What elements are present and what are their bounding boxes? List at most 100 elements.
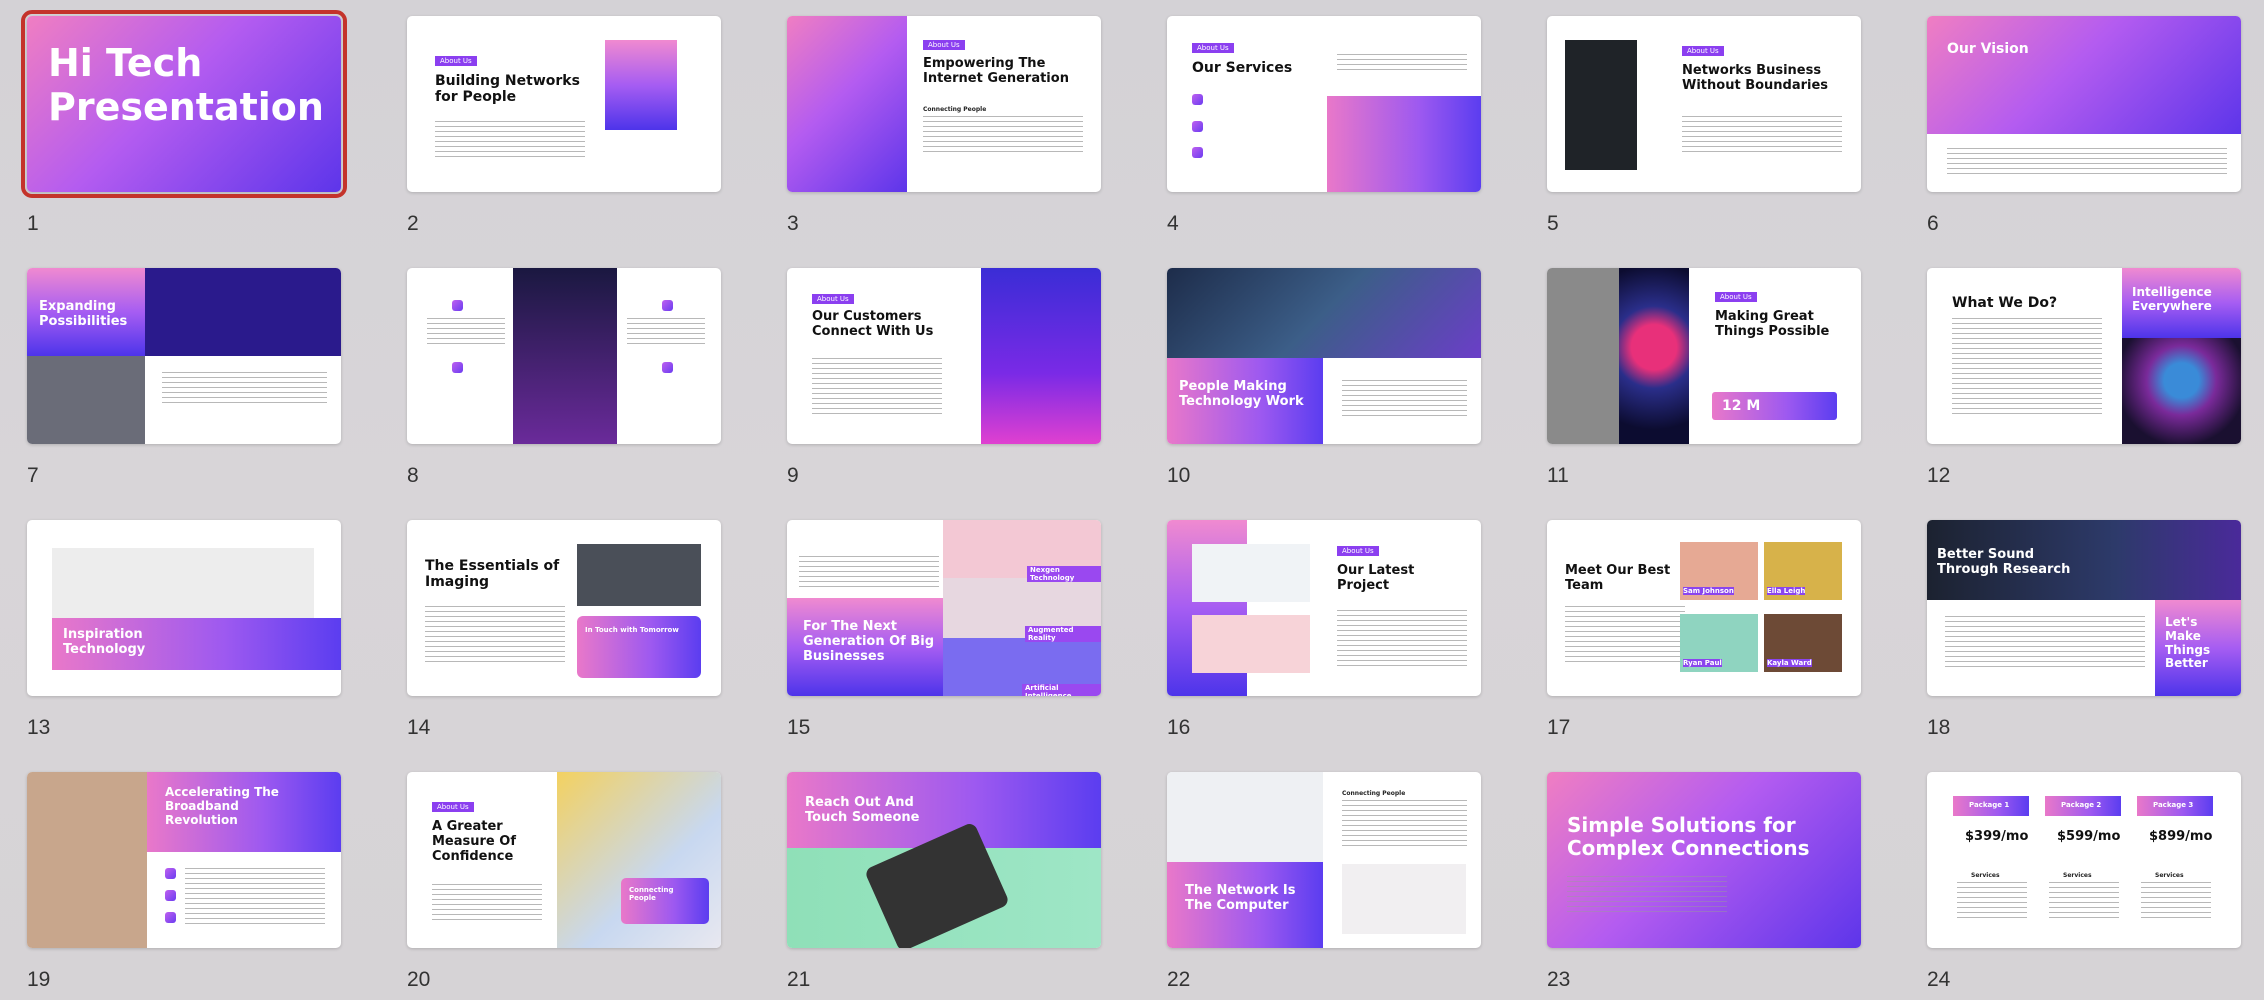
body-text [1342, 380, 1467, 418]
slide-thumbnail-4[interactable]: About Us Our Services [1167, 16, 1481, 192]
slide-number: 17 [1547, 716, 1571, 739]
feature-label: Nexgen Technology [1027, 566, 1101, 582]
slide-thumbnail-18[interactable]: Better Sound Through Research Let's Make… [1927, 520, 2241, 696]
slide-thumbnail-3[interactable]: About Us Empowering The Internet Generat… [787, 16, 1101, 192]
slide-title: Our Latest Project [1337, 563, 1415, 593]
slide-thumbnail-11[interactable]: About Us Making Great Things Possible 12… [1547, 268, 1861, 444]
slide-thumbnail-24[interactable]: Package 1 Package 2 Package 3 $399/mo $5… [1927, 772, 2241, 948]
slide-thumbnail-2[interactable]: About Us Building Networks for People [407, 16, 721, 192]
slide-number: 16 [1167, 716, 1191, 739]
slide-number: 6 [1927, 212, 1939, 235]
gradient-image [1927, 16, 2241, 134]
neon-image [981, 268, 1101, 444]
team-photo [27, 772, 147, 948]
slide-thumbnail-10[interactable]: People Making Technology Work [1167, 268, 1481, 444]
slide-thumbnail-23[interactable]: Simple Solutions for Complex Connections [1547, 772, 1861, 948]
feature-icon [165, 912, 176, 923]
body-text [2141, 882, 2211, 922]
cards-image [1342, 864, 1466, 934]
slide-title: What We Do? [1952, 295, 2058, 311]
slide-thumbnail-14[interactable]: The Essentials of Imaging In Touch with … [407, 520, 721, 696]
feature-icon [662, 300, 673, 311]
slide-number: 20 [407, 968, 431, 991]
side-title: Intelligence Everywhere [2132, 285, 2212, 313]
slide-thumbnail-7[interactable]: Expanding Possibilities [27, 268, 341, 444]
slide-thumbnail-13[interactable]: Inspiration Technology [27, 520, 341, 696]
slide-thumbnail-5[interactable]: About Us Networks Business Without Bound… [1547, 16, 1861, 192]
slide-number: 24 [1927, 968, 1951, 991]
slide-title: People Making Technology Work [1179, 379, 1304, 409]
slide-number: 13 [27, 716, 51, 739]
slide-title: A Greater Measure Of Confidence [432, 819, 516, 864]
package-name: Package 1 [1969, 801, 2010, 809]
service-icon [1192, 121, 1203, 132]
slide-number: 1 [27, 212, 39, 235]
tree-image [2122, 338, 2241, 444]
slide-thumbnail-9[interactable]: About Us Our Customers Connect With Us [787, 268, 1101, 444]
package-name: Package 2 [2061, 801, 2102, 809]
slide-number: 18 [1927, 716, 1951, 739]
slide-thumbnail-16[interactable]: About Us Our Latest Project [1167, 520, 1481, 696]
phones-image [1167, 772, 1323, 862]
body-text [2049, 882, 2119, 922]
gradient-image [605, 40, 677, 130]
feature-icon [165, 890, 176, 901]
slide-title: Accelerating The Broadband Revolution [165, 785, 279, 827]
subheading: Connecting People [923, 106, 987, 113]
slide-title: Simple Solutions for Complex Connections [1567, 813, 1810, 860]
robot-image [27, 356, 145, 444]
slide-thumbnail-8[interactable] [407, 268, 721, 444]
slide-number: 14 [407, 716, 431, 739]
slide-number: 9 [787, 464, 799, 487]
feature-icon [452, 362, 463, 373]
slide-title: Our Services [1192, 60, 1293, 76]
slide-number: 10 [1167, 464, 1191, 487]
slide-title: For The Next Generation Of Big Businesse… [803, 619, 935, 664]
subheading: Connecting People [1342, 790, 1406, 797]
phone-image [1565, 40, 1637, 170]
slide-title: Reach Out And Touch Someone [805, 795, 920, 825]
feature-icon [452, 300, 463, 311]
about-tag: About Us [1337, 546, 1379, 556]
body-text [432, 884, 542, 924]
slide-thumbnail-12[interactable]: What We Do? Intelligence Everywhere [1927, 268, 2241, 444]
slide-thumbnail-21[interactable]: Reach Out And Touch Someone [787, 772, 1101, 948]
feature-icon [662, 362, 673, 373]
callout-title: In Touch with Tomorrow [585, 626, 679, 634]
about-tag: About Us [923, 40, 965, 50]
slide-number: 12 [1927, 464, 1951, 487]
about-tag: About Us [432, 802, 474, 812]
slide-thumbnail-22[interactable]: The Network Is The Computer Connecting P… [1167, 772, 1481, 948]
body-text [1565, 606, 1685, 666]
body-text [799, 556, 939, 588]
slide-title: Making Great Things Possible [1715, 309, 1830, 339]
slide-title: Empowering The Internet Generation [923, 56, 1069, 86]
member-name: Sam Johnson [1683, 587, 1734, 595]
slide-thumbnail-17[interactable]: Meet Our Best Team Sam Johnson Ella Leig… [1547, 520, 1861, 696]
about-tag: About Us [1715, 292, 1757, 302]
code-image [145, 268, 341, 356]
package-price: $899/mo [2149, 829, 2213, 844]
services-label: Services [2155, 872, 2184, 879]
body-text [1952, 318, 2102, 418]
body-text [425, 606, 565, 666]
slide-number: 4 [1167, 212, 1179, 235]
slide-title: Hi Tech Presentation [48, 41, 324, 129]
tablet-image [52, 548, 314, 618]
body-text [1947, 148, 2227, 174]
slide-thumbnail-1[interactable]: Hi Tech Presentation [21, 10, 347, 198]
member-name: Kayla Ward [1767, 659, 1812, 667]
body-text [435, 121, 585, 159]
slide-thumbnail-19[interactable]: Accelerating The Broadband Revolution [27, 772, 341, 948]
slide-title: The Essentials of Imaging [425, 558, 560, 591]
slide-title: The Network Is The Computer [1185, 883, 1296, 913]
body-text [1337, 610, 1467, 670]
slide-number: 21 [787, 968, 811, 991]
slide-thumbnail-6[interactable]: Our Vision [1927, 16, 2241, 192]
body-text [185, 868, 325, 924]
slide-thumbnail-20[interactable]: About Us A Greater Measure Of Confidence… [407, 772, 721, 948]
slide-thumbnail-15[interactable]: For The Next Generation Of Big Businesse… [787, 520, 1101, 696]
slide-number: 7 [27, 464, 39, 487]
slide-number: 5 [1547, 212, 1559, 235]
body-text [1957, 882, 2027, 922]
